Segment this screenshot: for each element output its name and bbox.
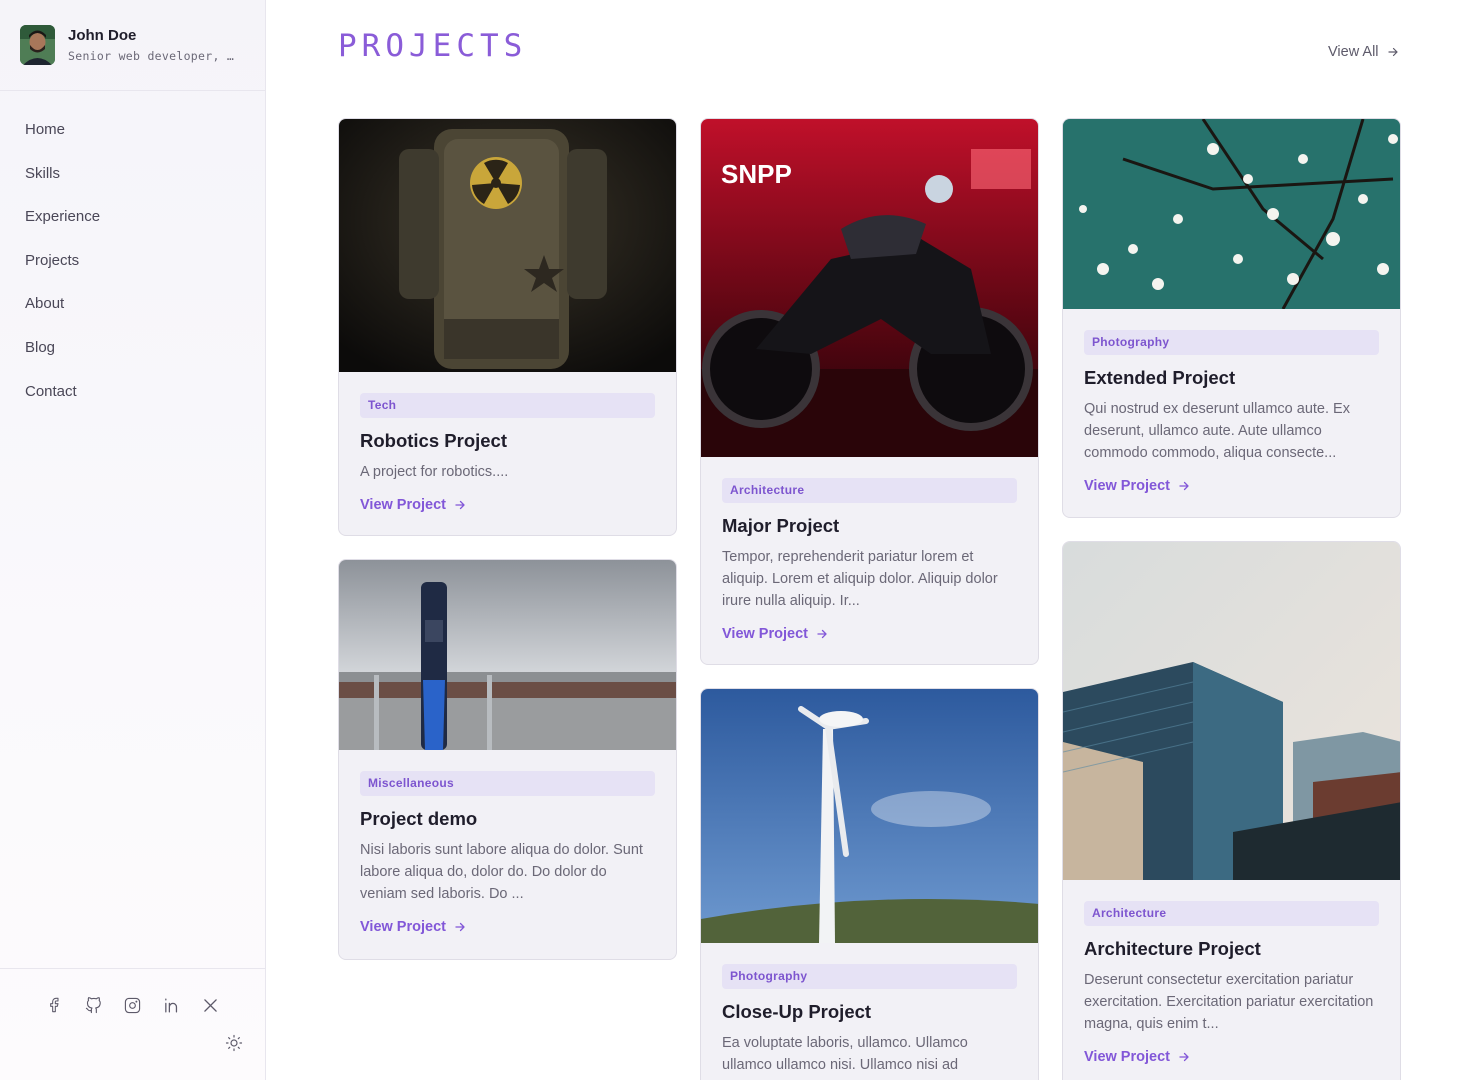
project-tag: Photography xyxy=(722,964,1017,989)
facebook-icon[interactable] xyxy=(44,995,64,1015)
nav-item-about[interactable]: About xyxy=(0,286,265,330)
project-tag: Tech xyxy=(360,393,655,418)
sidebar-nav: Home Skills Experience Projects About Bl… xyxy=(0,91,265,417)
arrow-right-icon xyxy=(1179,481,1189,491)
social-links xyxy=(44,995,220,1015)
nav-item-contact[interactable]: Contact xyxy=(0,374,265,418)
project-card[interactable]: Photography Close-Up Project Ea voluptat… xyxy=(700,688,1039,1080)
view-all-link[interactable]: View All xyxy=(1328,44,1399,60)
github-icon[interactable] xyxy=(83,995,103,1015)
view-project-label: View Project xyxy=(1084,478,1170,494)
project-title: Major Project xyxy=(722,515,840,536)
nav-item-skills[interactable]: Skills xyxy=(0,156,265,200)
project-tag: Architecture xyxy=(722,478,1017,503)
profile-header: John Doe Senior web developer, … xyxy=(0,0,265,91)
page-title: PROJECTS xyxy=(338,28,528,64)
view-project-link[interactable]: View Project xyxy=(1084,1049,1379,1065)
project-description: Qui nostrud ex deserunt ullamco aute. Ex… xyxy=(1084,401,1350,461)
project-card[interactable]: Miscellaneous Project demo Nisi laboris … xyxy=(338,559,677,960)
nav-item-home[interactable]: Home xyxy=(0,112,265,156)
view-project-link[interactable]: View Project xyxy=(1084,478,1379,494)
view-project-label: View Project xyxy=(360,919,446,935)
arrow-right-icon xyxy=(817,629,827,639)
project-image xyxy=(1063,542,1400,880)
view-all-label: View All xyxy=(1328,44,1379,60)
view-project-label: View Project xyxy=(1084,1049,1170,1065)
project-title: Project demo xyxy=(360,808,478,829)
project-image xyxy=(1063,119,1400,309)
linkedin-icon[interactable] xyxy=(161,995,181,1015)
view-project-link[interactable]: View Project xyxy=(360,919,655,935)
view-project-label: View Project xyxy=(722,626,808,642)
nav-item-blog[interactable]: Blog xyxy=(0,330,265,374)
arrow-right-icon xyxy=(1387,47,1398,57)
neon-sign-text: SNPP xyxy=(721,159,792,189)
project-title: Architecture Project xyxy=(1084,938,1261,959)
project-title: Extended Project xyxy=(1084,367,1236,388)
profile-name: John Doe xyxy=(68,27,137,44)
x-icon[interactable] xyxy=(200,995,220,1015)
project-title: Close-Up Project xyxy=(722,1001,872,1022)
instagram-icon[interactable] xyxy=(122,995,142,1015)
view-project-link[interactable]: View Project xyxy=(360,497,655,513)
project-title: Robotics Project xyxy=(360,430,507,451)
project-description: Ea voluptate laboris, ullamco. Ullamco u… xyxy=(722,1035,968,1073)
project-card[interactable]: SNPP Architecture Major Project Tempor, … xyxy=(700,118,1039,665)
arrow-right-icon xyxy=(1179,1052,1189,1062)
arrow-right-icon xyxy=(455,500,465,510)
project-tag: Architecture xyxy=(1084,901,1379,926)
project-tag: Photography xyxy=(1084,330,1379,355)
project-image xyxy=(339,560,676,750)
theme-toggle-sun-icon[interactable] xyxy=(225,1034,243,1052)
project-card[interactable]: Architecture Architecture Project Deseru… xyxy=(1062,541,1401,1080)
project-image xyxy=(339,119,676,372)
avatar xyxy=(20,25,55,65)
sidebar-footer xyxy=(0,968,265,1080)
nav-item-projects[interactable]: Projects xyxy=(0,243,265,287)
project-tag: Miscellaneous xyxy=(360,771,655,796)
project-description: Deserunt consectetur exercitation pariat… xyxy=(1084,972,1374,1032)
project-description: Nisi laboris sunt labore aliqua do dolor… xyxy=(360,842,643,902)
project-card[interactable]: Photography Extended Project Qui nostrud… xyxy=(1062,118,1401,518)
project-description: Tempor, reprehenderit pariatur lorem et … xyxy=(722,549,998,609)
project-image xyxy=(701,689,1038,943)
main-content: PROJECTS View All Tech Robotics Project … xyxy=(266,0,1470,1080)
profile-role: Senior web developer, … xyxy=(68,49,235,63)
project-description: A project for robotics.... xyxy=(360,464,509,480)
nav-item-experience[interactable]: Experience xyxy=(0,199,265,243)
view-project-link[interactable]: View Project xyxy=(722,626,1017,642)
project-card[interactable]: Tech Robotics Project A project for robo… xyxy=(338,118,677,536)
view-project-label: View Project xyxy=(360,497,446,513)
arrow-right-icon xyxy=(455,922,465,932)
project-image: SNPP xyxy=(701,119,1038,457)
sidebar: John Doe Senior web developer, … Home Sk… xyxy=(0,0,266,1080)
